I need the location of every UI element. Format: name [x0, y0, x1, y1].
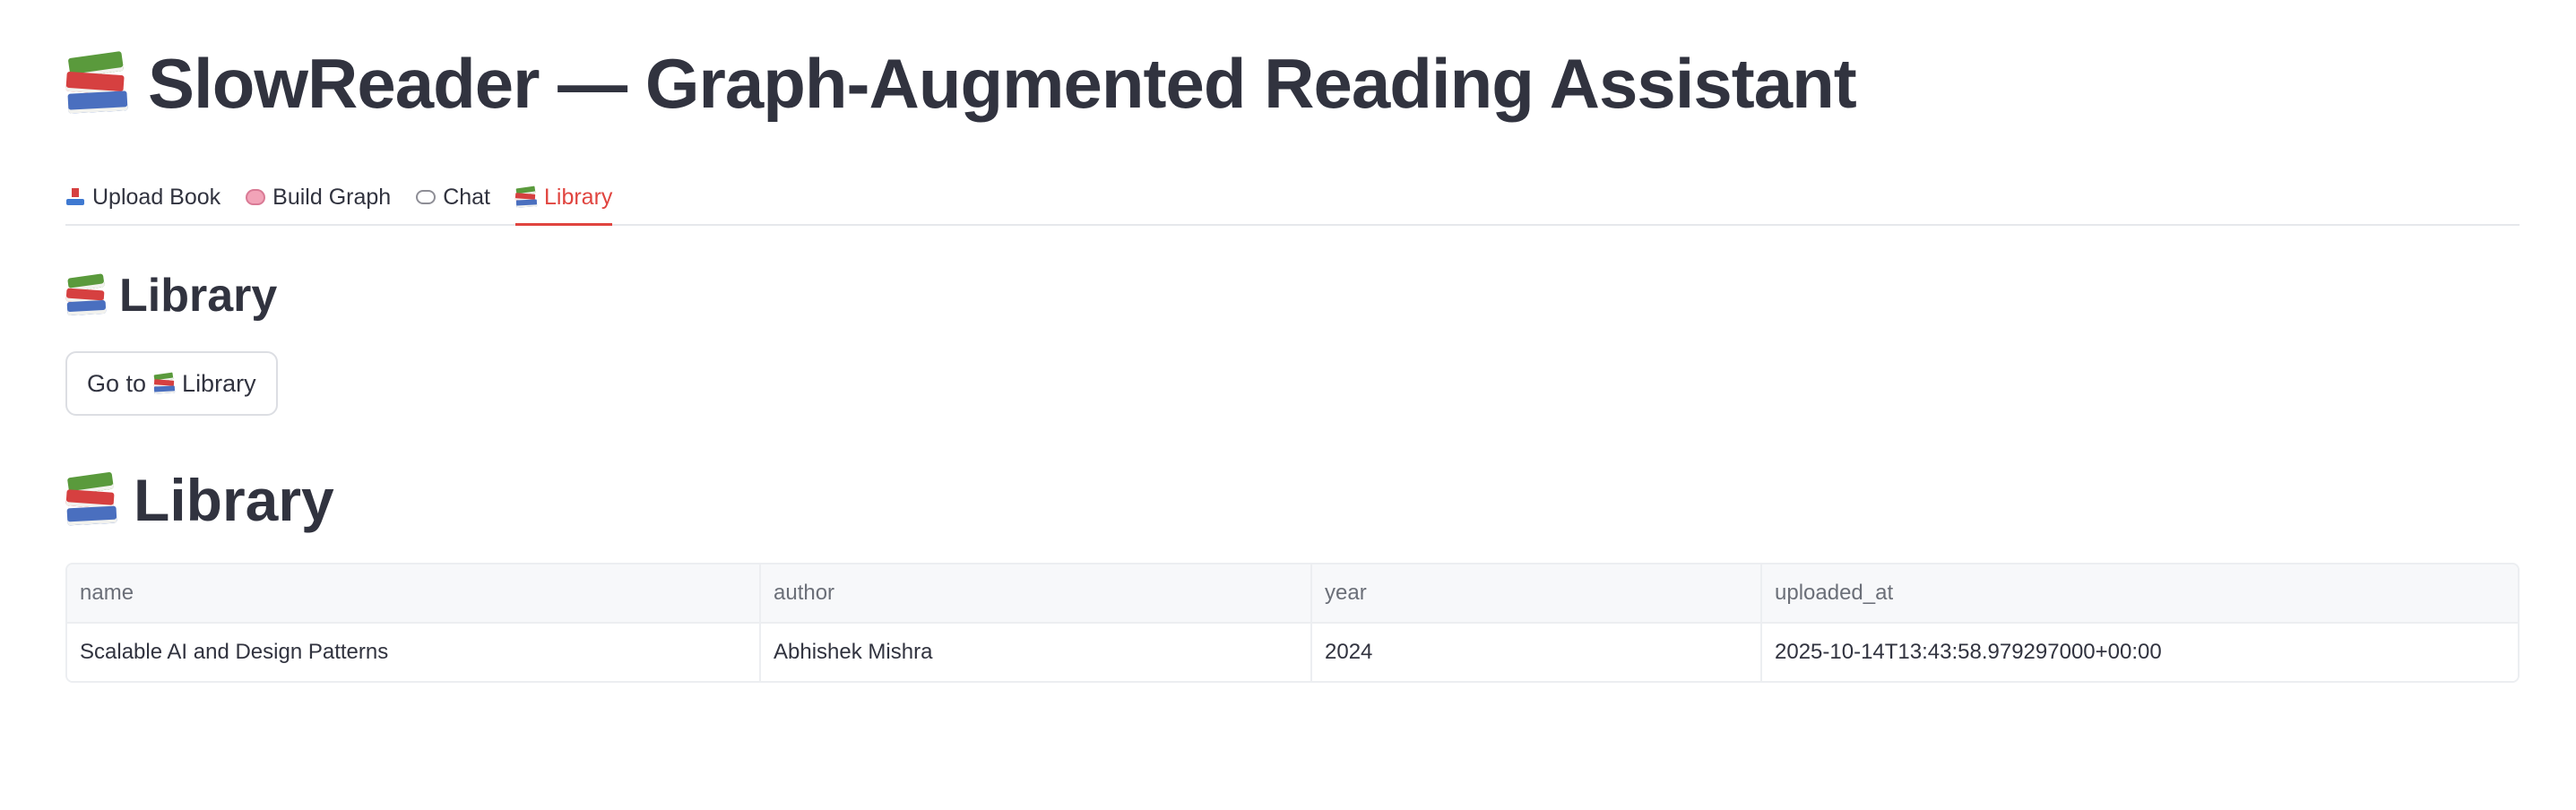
- tab-chat[interactable]: Chat: [416, 170, 490, 224]
- cell-author[interactable]: Abhishek Mishra: [760, 623, 1312, 681]
- column-header-year[interactable]: year: [1311, 564, 1762, 624]
- tab-library[interactable]: Library: [515, 170, 613, 226]
- section-title-text: Library: [119, 270, 278, 322]
- cell-uploaded-at[interactable]: 2025-10-14T13:43:58.979297000+00:00: [1761, 623, 2518, 681]
- books-icon: [515, 185, 537, 208]
- tab-build-graph[interactable]: Build Graph: [246, 170, 391, 224]
- books-icon: [65, 273, 107, 316]
- tab-label: Build Graph: [272, 184, 392, 210]
- library-heading-text: Library: [134, 467, 334, 533]
- tab-label: Upload Book: [92, 184, 221, 210]
- column-header-name[interactable]: name: [67, 564, 761, 624]
- tab-upload-book[interactable]: Upload Book: [65, 170, 220, 224]
- speech-bubble-icon: [416, 187, 437, 207]
- tab-bar: Upload Book Build Graph Chat Library: [65, 170, 2520, 226]
- tab-label: Library: [544, 184, 613, 210]
- brain-icon: [246, 187, 266, 207]
- inbox-tray-icon: [65, 187, 85, 207]
- column-header-author[interactable]: author: [760, 564, 1312, 624]
- books-icon: [65, 50, 128, 114]
- books-icon: [153, 372, 175, 394]
- app-title: SlowReader — Graph-Augmented Reading Ass…: [65, 43, 1857, 125]
- app-title-text: SlowReader — Graph-Augmented Reading Ass…: [148, 44, 1857, 123]
- button-prefix: Go to: [87, 369, 147, 397]
- library-table[interactable]: name author year uploaded_at Scalable AI…: [65, 563, 2520, 683]
- cell-name[interactable]: Scalable AI and Design Patterns: [67, 623, 761, 681]
- tab-label: Chat: [443, 184, 490, 210]
- library-heading: Library: [65, 466, 334, 534]
- go-to-library-button[interactable]: Go to Library: [65, 351, 278, 416]
- books-icon: [65, 471, 117, 526]
- button-label: Library: [182, 369, 256, 397]
- cell-year[interactable]: 2024: [1311, 623, 1762, 681]
- table-row[interactable]: Scalable AI and Design Patterns Abhishek…: [67, 623, 2518, 681]
- table-header-row: name author year uploaded_at: [67, 564, 2518, 624]
- column-header-uploaded-at[interactable]: uploaded_at: [1761, 564, 2518, 624]
- section-title: Library: [65, 269, 277, 323]
